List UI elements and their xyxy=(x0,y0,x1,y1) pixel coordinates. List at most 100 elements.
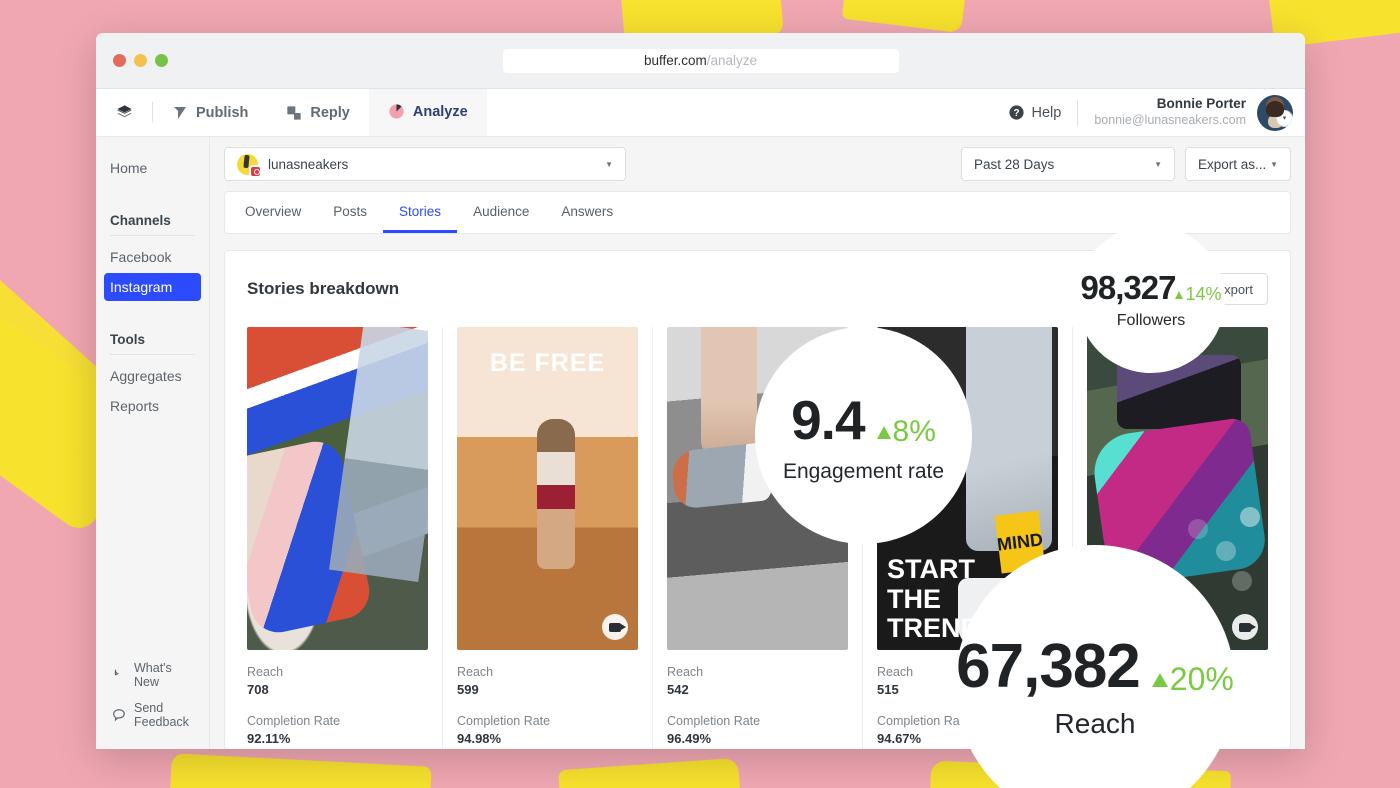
date-range-selector[interactable]: Past 28 Days ▼ xyxy=(961,147,1175,181)
close-window-icon[interactable] xyxy=(113,54,126,67)
minimize-window-icon[interactable] xyxy=(134,54,147,67)
reach-label: Reach xyxy=(457,665,494,679)
browser-titlebar: buffer.com/analyze xyxy=(96,33,1305,89)
sidebar-item-aggregates[interactable]: Aggregates xyxy=(104,362,201,390)
nav-divider xyxy=(1077,99,1079,126)
reach-bubble-label: Reach xyxy=(1054,707,1136,739)
navbar-right: ? Help Bonnie Porter bonnie@lunasneakers… xyxy=(1008,89,1306,136)
sidebar-item-reports[interactable]: Reports xyxy=(104,392,201,420)
avatar[interactable]: ▾ xyxy=(1257,94,1293,131)
tab-overview[interactable]: Overview xyxy=(229,192,317,233)
chevron-down-icon[interactable]: ▾ xyxy=(1276,109,1293,127)
nav-item-reply-label: Reply xyxy=(310,104,350,121)
completion-value: 96.49% xyxy=(667,731,712,746)
svg-text:?: ? xyxy=(1013,108,1019,119)
reach-value: 599 xyxy=(457,682,479,697)
export-label: Export as... xyxy=(1198,156,1267,172)
story-card[interactable]: BE FREE Reach 599 Completion Rate 94.98% xyxy=(457,327,638,749)
followers-value: 98,327 xyxy=(1080,268,1177,306)
app-navbar: Publish Reply Analyze ? Help Bonnie Port… xyxy=(96,89,1305,137)
sidebar-item-send-feedback[interactable]: Send Feedback xyxy=(96,695,209,735)
chevron-down-icon[interactable]: ▼ xyxy=(1154,160,1162,169)
speech-bubble-icon xyxy=(112,708,126,722)
completion-label: Completion Rate xyxy=(457,714,551,728)
completion-label: Completion Rate xyxy=(667,714,761,728)
address-bar[interactable]: buffer.com/analyze xyxy=(502,48,899,73)
sidebar-item-home[interactable]: Home xyxy=(96,153,209,183)
story-stats: Reach 708 Completion Rate 92.11% xyxy=(247,650,428,746)
engagement-label: Engagement rate xyxy=(782,459,945,483)
page-title: Stories breakdown xyxy=(247,279,400,298)
engagement-delta: 8% xyxy=(876,415,936,449)
chevron-down-icon[interactable]: ▼ xyxy=(605,160,613,169)
export-selector[interactable]: Export as... ▼ xyxy=(1185,147,1291,181)
followers-delta: 14% xyxy=(1175,284,1221,305)
help-label: Help xyxy=(1031,104,1062,121)
user-info[interactable]: Bonnie Porter bonnie@lunasneakers.com xyxy=(1094,96,1246,129)
sidebar-item-send-feedback-label: Send Feedback xyxy=(134,701,189,729)
nav-item-reply[interactable]: Reply xyxy=(267,89,369,136)
brush-stroke-icon xyxy=(841,0,969,34)
account-name: lunasneakers xyxy=(268,156,349,172)
nav-item-analyze-label: Analyze xyxy=(412,103,468,120)
tab-posts[interactable]: Posts xyxy=(317,192,383,233)
user-email: bonnie@lunasneakers.com xyxy=(1094,113,1246,128)
video-badge-icon xyxy=(602,614,628,640)
url-path: /analyze xyxy=(706,53,758,68)
video-badge-icon xyxy=(1232,614,1258,640)
trend-up-icon xyxy=(1151,672,1168,687)
sidebar-item-instagram[interactable]: Instagram xyxy=(104,273,201,301)
reach-bubble-delta: 20% xyxy=(1151,661,1234,698)
sidebar-item-whats-new-label: What's New xyxy=(134,661,172,689)
buffer-stack-icon xyxy=(116,104,133,121)
column-divider xyxy=(652,327,653,749)
story-stats: Reach 599 Completion Rate 94.98% xyxy=(457,650,638,746)
content-toolbar: lunasneakers ▼ Past 28 Days ▼ Export as.… xyxy=(210,137,1305,191)
buffer-logo[interactable] xyxy=(96,89,152,136)
trend-up-icon xyxy=(1175,290,1184,299)
url-host: buffer.com xyxy=(643,53,707,68)
tab-answers[interactable]: Answers xyxy=(545,192,629,233)
publish-flag-icon xyxy=(172,105,188,121)
window-controls[interactable] xyxy=(113,54,168,67)
chevron-down-icon[interactable]: ▼ xyxy=(1270,160,1278,169)
nav-item-analyze[interactable]: Analyze xyxy=(368,89,487,136)
story-stats: Reach 542 Completion Rate 96.49% xyxy=(667,650,848,746)
sidebar-heading-channels: Channels xyxy=(110,213,171,228)
metric-bubble-engagement-rate: 9.4 8% Engagement rate xyxy=(755,327,972,544)
trend-up-icon xyxy=(876,425,891,439)
cursor-click-icon xyxy=(112,668,126,682)
story-caption: BE FREE xyxy=(489,349,606,377)
sidebar-divider xyxy=(110,235,195,236)
help-question-icon: ? xyxy=(1008,104,1025,121)
sidebar-item-facebook[interactable]: Facebook xyxy=(104,243,201,271)
date-range-value: Past 28 Days xyxy=(974,156,1055,172)
reply-blocks-icon xyxy=(286,105,302,121)
story-card[interactable]: Reach 708 Completion Rate 92.11% xyxy=(247,327,428,749)
reach-label: Reach xyxy=(247,665,284,679)
nav-item-publish[interactable]: Publish xyxy=(153,89,267,136)
story-thumbnail[interactable] xyxy=(247,327,428,650)
sidebar-footer: What's New Send Feedback xyxy=(96,655,209,749)
brush-stroke-icon xyxy=(558,757,742,788)
engagement-value: 9.4 xyxy=(791,388,865,451)
tab-stories[interactable]: Stories xyxy=(383,192,458,233)
completion-value: 92.11% xyxy=(247,731,291,746)
tab-audience[interactable]: Audience xyxy=(457,192,545,233)
metric-bubble-followers: 98,327 14% Followers xyxy=(1077,225,1225,373)
column-divider xyxy=(442,327,443,749)
story-thumbnail[interactable]: BE FREE xyxy=(457,327,638,650)
maximize-window-icon[interactable] xyxy=(155,54,168,67)
sidebar-item-whats-new[interactable]: What's New xyxy=(96,655,209,695)
followers-label: Followers xyxy=(1116,311,1186,329)
reach-value: 708 xyxy=(247,682,269,697)
sidebar-divider xyxy=(110,354,195,355)
help-button[interactable]: ? Help xyxy=(1008,104,1078,121)
reach-label: Reach xyxy=(667,665,704,679)
user-name: Bonnie Porter xyxy=(1156,96,1246,112)
account-selector[interactable]: lunasneakers ▼ xyxy=(224,147,626,181)
sidebar: Home Channels Facebook Instagram Tools A… xyxy=(96,137,210,749)
completion-label: Completion Rate xyxy=(247,714,341,728)
reach-value: 542 xyxy=(667,682,689,697)
